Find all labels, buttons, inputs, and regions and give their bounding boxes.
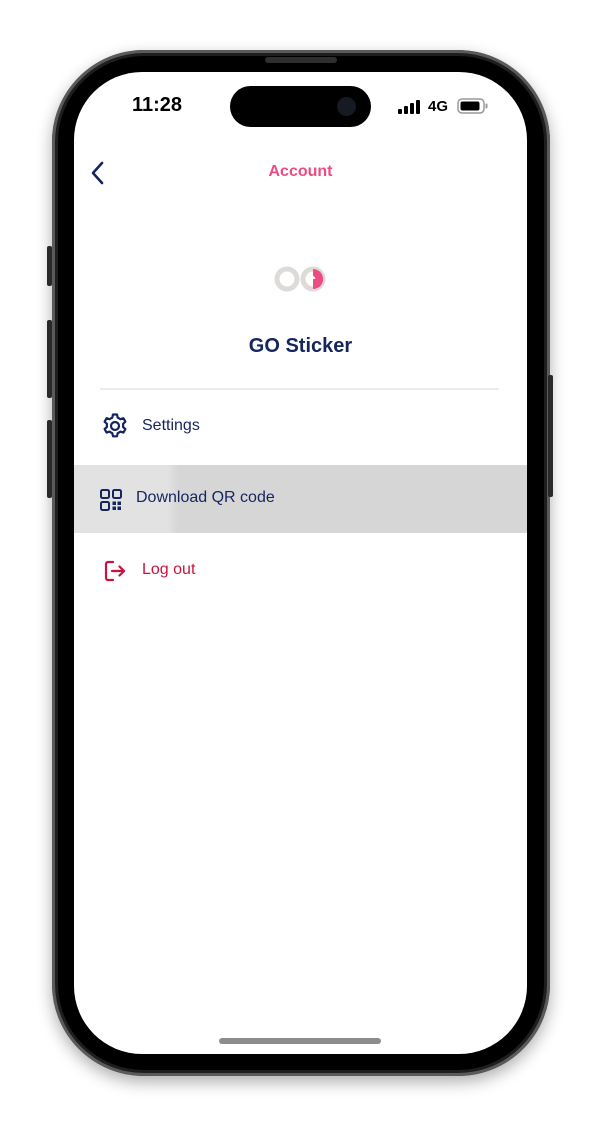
download-qr-label: Download QR code	[136, 489, 275, 506]
divider	[100, 388, 499, 390]
dynamic-island	[230, 86, 371, 127]
logout-label: Log out	[142, 561, 196, 578]
power-button	[548, 375, 553, 497]
speaker-grille	[265, 57, 337, 63]
status-time: 11:28	[131, 94, 183, 116]
settings-label: Settings	[142, 417, 200, 434]
front-camera	[337, 97, 356, 116]
qr-code-icon	[100, 489, 122, 511]
action-button	[47, 246, 52, 286]
account-name: GO Sticker	[248, 335, 353, 357]
gear-icon	[103, 413, 127, 438]
network-type: 4G	[428, 98, 449, 115]
app-screen: 11:28 4G Account GO Sticker Settings Dow…	[74, 72, 527, 1054]
signal-bars-icon	[398, 100, 420, 114]
battery-icon	[457, 98, 488, 114]
settings-menu-item[interactable]: Settings	[74, 402, 527, 450]
infinity-logo-icon	[274, 266, 326, 292]
logout-icon	[104, 560, 126, 582]
download-qr-menu-item[interactable]: Download QR code	[74, 465, 527, 533]
volume-up-button	[47, 320, 52, 398]
logout-menu-item[interactable]: Log out	[74, 547, 527, 595]
home-indicator[interactable]	[219, 1038, 381, 1044]
page-title: Account	[268, 163, 333, 180]
volume-down-button	[47, 420, 52, 498]
